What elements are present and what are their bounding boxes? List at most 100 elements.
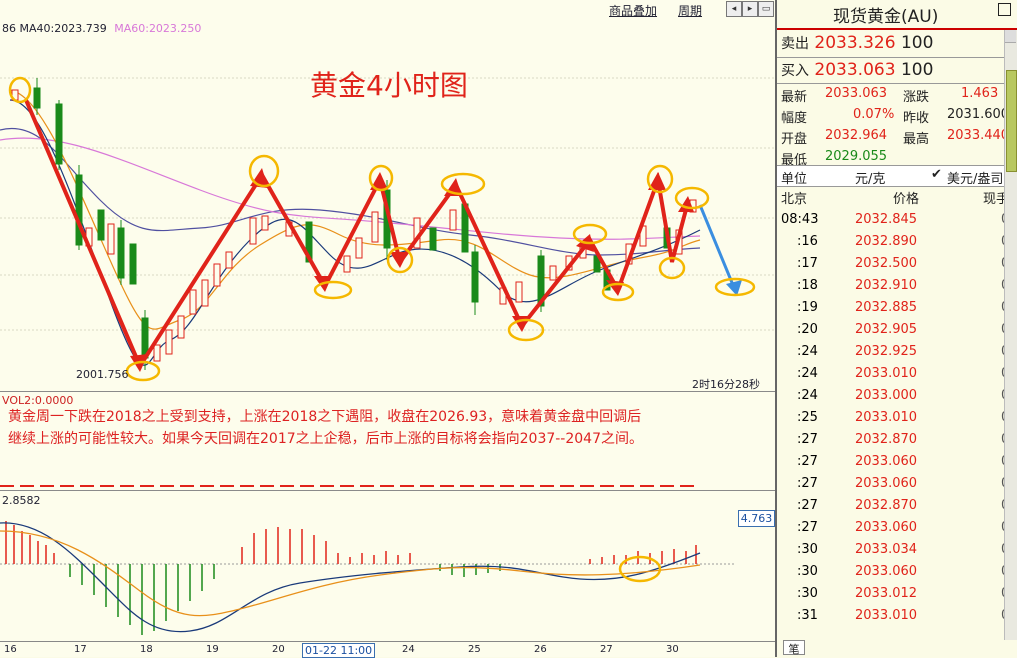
sell-price: 2033.326 [814,33,896,53]
stat-prev-close: 2031.600 [947,107,1010,122]
time-tick: 18 [140,644,153,655]
trade-t: :27 [797,476,818,491]
trade-t: :31 [797,608,818,623]
divider [777,83,1013,84]
time-tick: 27 [600,644,613,655]
ma60-line [0,137,701,240]
trade-t: :30 [797,542,818,557]
sell-label: 卖出 [781,36,809,52]
stat-label: 幅度 [781,111,808,126]
ma-orange-line [9,89,701,330]
stat-change: 1.463 [961,86,999,101]
trade-row: :302033.0340 [777,539,1013,561]
trade-row: :272033.0600 [777,451,1013,473]
trade-p: 2033.060 [855,564,918,579]
trade-row: :162032.8900 [777,231,1013,253]
trade-t: 08:43 [781,212,819,227]
trade-p: 2032.885 [855,300,918,315]
unit-option-usd-oz[interactable]: 美元/盎司 [947,168,1003,187]
footer-tab[interactable]: 笔 [783,640,805,656]
trade-t: :18 [797,278,818,293]
trade-row: :242033.0100 [777,363,1013,385]
time-tick: 17 [74,644,87,655]
trade-t: :27 [797,498,818,513]
trade-p: 2032.890 [855,234,918,249]
stat-label: 开盘 [781,132,808,147]
trade-row: :252033.0100 [777,407,1013,429]
trade-p: 2033.010 [855,410,918,425]
trade-row: :272032.8700 [777,429,1013,451]
window-toggle-icon[interactable] [998,3,1011,16]
trade-t: :25 [797,410,818,425]
trade-row: :242032.9250 [777,341,1013,363]
vol-dashed-line [0,485,700,487]
swing-arrows [24,99,690,371]
scroll-thumb[interactable] [1006,70,1017,172]
trade-row: :242033.0000 [777,385,1013,407]
time-tick: 26 [534,644,547,655]
stat-label: 最高 [903,132,930,147]
trade-p: 2032.905 [855,322,918,337]
chart-area[interactable]: 86 MA40:2023.739 MA60:2023.250 商品叠加 周期 ◂… [0,0,775,658]
trade-t: :20 [797,322,818,337]
trade-p: 2033.000 [855,388,918,403]
commentary-line: 黄金周一下跌在2018之上受到支持，上涨在2018之下遇阻，收盘在2026.93… [8,409,642,425]
trade-row: 08:432032.8450 [777,209,1013,231]
trade-p: 2033.060 [855,476,918,491]
divider [0,391,775,392]
trade-row: :192032.8850 [777,297,1013,319]
trade-row: :272033.0600 [777,517,1013,539]
trade-t: :24 [797,366,818,381]
buy-label: 买入 [781,63,809,79]
buy-row: 买入 2033.063 100 [781,60,933,80]
scrollbar[interactable] [1004,30,1017,640]
trade-p: 2033.010 [855,608,918,623]
unit-value: 元/克 [855,172,886,187]
stat-open: 2032.964 [825,128,888,143]
candlestick-chart [0,76,775,382]
dea-line [0,530,701,617]
time-tick: 25 [468,644,481,655]
trade-p: 2033.060 [855,520,918,535]
stat-latest: 2033.063 [825,86,888,101]
unit-bar: 单位 元/克 ✔ 美元/盎司 [777,165,1013,187]
quote-title-bar: 现货黄金(AU) [777,0,1017,30]
chart-headline: 黄金4小时图 [310,69,468,102]
macd-negative-bars [69,564,501,635]
trade-t: :30 [797,564,818,579]
buy-price: 2033.063 [814,60,896,80]
stat-label: 昨收 [903,111,930,126]
trade-row: :182032.9100 [777,275,1013,297]
time-tick: 16 [4,644,17,655]
macd-chart [0,521,735,635]
trade-t: :27 [797,454,818,469]
trade-t: :24 [797,344,818,359]
trade-t: :16 [797,234,818,249]
stat-high: 2033.440 [947,128,1010,143]
trade-row: :272033.0600 [777,473,1013,495]
cross-highlight [618,555,662,583]
trade-p: 2032.870 [855,432,918,447]
stat-low: 2029.055 [825,149,888,164]
dif-line [0,522,701,633]
macd-positive-bars [5,521,697,564]
trade-t: :24 [797,388,818,403]
scroll-up-icon[interactable] [1005,30,1016,43]
trade-t: :19 [797,300,818,315]
commentary-text: 黄金周一下跌在2018之上受到支持，上涨在2018之下遇阻，收盘在2026.93… [8,406,748,450]
trade-p: 2033.012 [855,586,918,601]
time-tick: 20 [272,644,285,655]
trade-t: :30 [797,586,818,601]
trade-t: :27 [797,432,818,447]
trade-row: :172032.5000 [777,253,1013,275]
trade-p: 2032.910 [855,278,918,293]
trade-list: 08:432032.8450:162032.8900:172032.5000:1… [777,209,1013,627]
bar-countdown: 2时16分28秒 [692,378,760,391]
col-time: 北京 [781,192,808,207]
cursor-time-box: 01-22 11:00 [302,643,376,658]
stat-label: 最新 [781,90,808,105]
instrument-title: 现货黄金(AU) [833,7,939,27]
stat-amplitude: 0.07% [853,107,895,122]
time-tick: 30 [666,644,679,655]
time-tick: 19 [206,644,219,655]
